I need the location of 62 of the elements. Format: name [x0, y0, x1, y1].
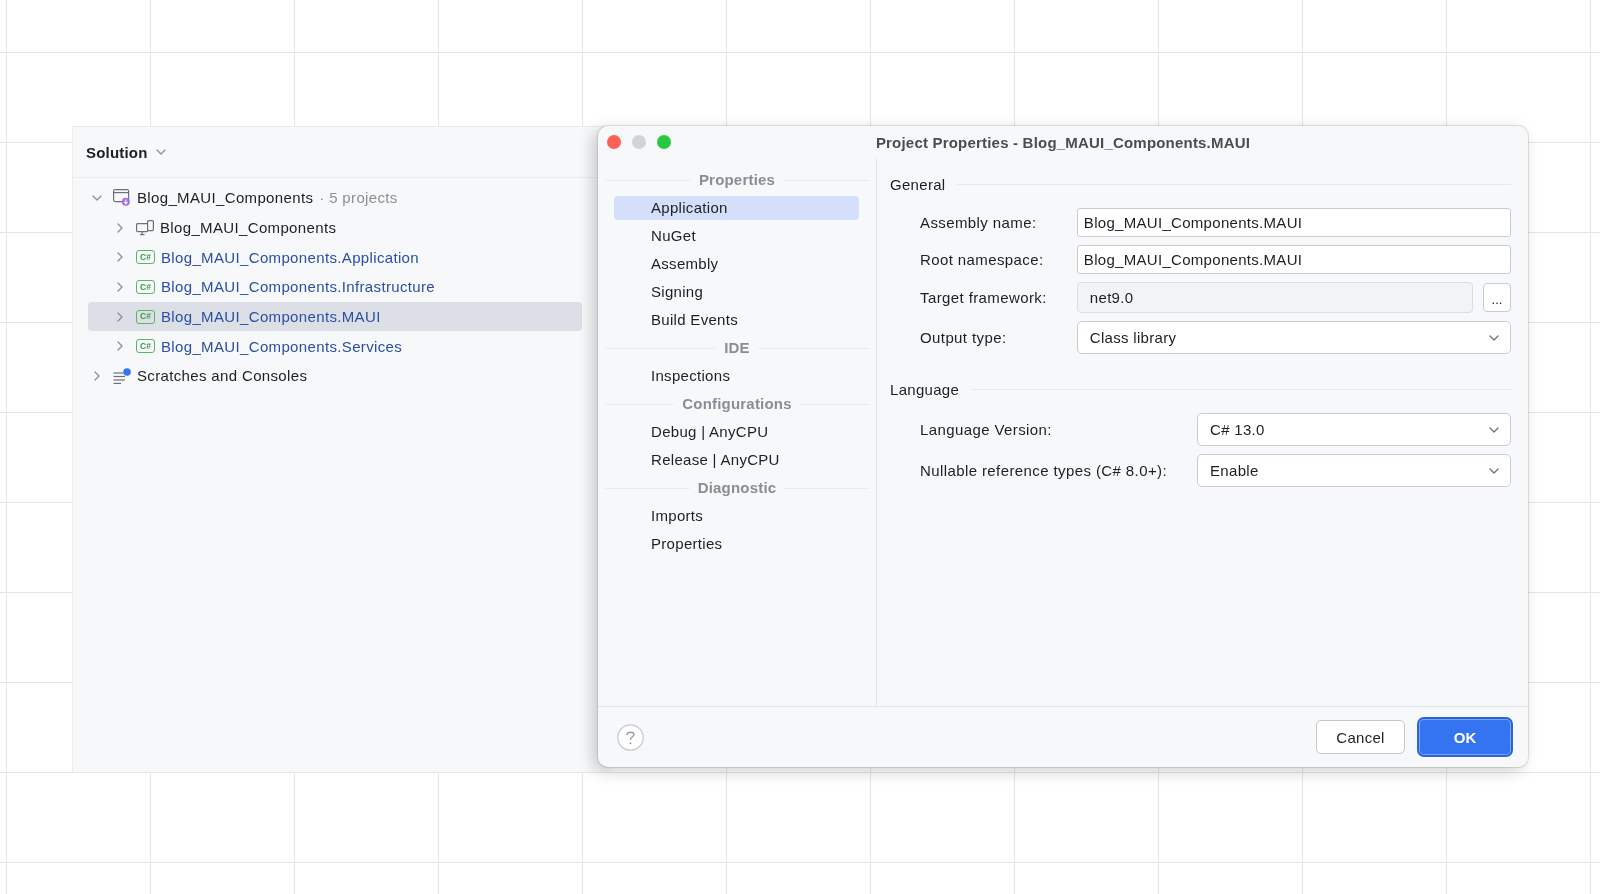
chevron-down-icon — [1489, 334, 1499, 341]
field-label: Nullable reference types (C# 8.0+): — [920, 462, 1168, 479]
section-title: Language — [890, 380, 960, 398]
language-badge: C# — [136, 309, 155, 324]
field-label: Target framework: — [920, 289, 1047, 306]
tree-item[interactable]: Scratches and Consoles — [88, 361, 582, 391]
tree-item[interactable]: C# Blog_MAUI_Components.MAUI — [88, 301, 582, 332]
chevron-right-icon[interactable] — [117, 311, 123, 322]
view-selector[interactable]: Solution — [86, 143, 166, 161]
nav-item[interactable]: Properties — [614, 532, 859, 556]
nav-item[interactable]: Application — [614, 196, 859, 220]
close-icon[interactable] — [607, 135, 621, 149]
text-field[interactable]: net9.0 — [1076, 282, 1473, 313]
chevron-down-icon — [1489, 467, 1499, 474]
chevron-down-icon — [155, 149, 166, 155]
nav-item[interactable]: Assembly — [614, 252, 859, 276]
language-badge: C# — [136, 250, 155, 265]
help-icon[interactable] — [617, 723, 644, 751]
language-badge: C# — [136, 339, 155, 354]
dropdown[interactable]: C# 13.0 — [1197, 413, 1511, 446]
chevron-down-icon[interactable] — [92, 194, 102, 201]
nav-item[interactable]: Signing — [614, 280, 859, 304]
nav-item[interactable]: Imports — [614, 504, 859, 528]
field-label: Language Version: — [920, 421, 1053, 438]
field-label: Output type: — [920, 329, 1008, 346]
nav-section-header: IDE — [724, 338, 750, 358]
tree-item[interactable]: C# Blog_MAUI_Components.Application — [88, 242, 582, 273]
nav-section-header: Diagnostic — [697, 478, 777, 498]
field-label: Assembly name: — [920, 214, 1038, 231]
zoom-icon[interactable] — [657, 135, 671, 149]
tree-item[interactable]: C# Blog_MAUI_Components.Infrastructure — [88, 272, 582, 302]
chevron-down-icon — [1489, 426, 1499, 433]
nav-item[interactable]: Debug | AnyCPU — [614, 420, 859, 444]
field-label: Root namespace: — [920, 251, 1045, 268]
nav-item[interactable]: Build Events — [614, 308, 859, 332]
chevron-right-icon[interactable] — [117, 341, 123, 352]
nav-item[interactable]: Release | AnyCPU — [614, 448, 859, 472]
tree-item[interactable]: Blog_MAUI_Components — [88, 212, 582, 243]
chevron-right-icon[interactable] — [117, 252, 123, 263]
text-field[interactable]: Blog_MAUI_Components.MAUI — [1076, 245, 1511, 274]
dialog-title: Project Properties - Blog_MAUI_Components.MAUI — [875, 133, 1251, 151]
browse-button[interactable]: ... — [1483, 283, 1511, 312]
ok-button[interactable]: OK — [1419, 719, 1511, 755]
chevron-right-icon[interactable] — [94, 370, 100, 381]
tree-item[interactable]: C# Blog_MAUI_Components.Services — [88, 331, 582, 362]
language-badge: C# — [136, 279, 155, 294]
nav-item[interactable]: Inspections — [614, 364, 859, 388]
nav-section-header: Configurations — [682, 394, 792, 414]
chevron-right-icon[interactable] — [117, 281, 123, 292]
project-count: · 5 projects — [319, 189, 398, 207]
tree-item[interactable]: Blog_MAUI_Components · 5 projects — [88, 183, 582, 213]
devices-icon — [136, 219, 154, 236]
section-title: General — [890, 175, 946, 193]
lines-icon — [113, 367, 131, 384]
dropdown[interactable]: Class library — [1076, 321, 1511, 354]
text-field[interactable]: Blog_MAUI_Components.MAUI — [1076, 208, 1511, 237]
chevron-right-icon[interactable] — [117, 222, 123, 233]
nav-item[interactable]: NuGet — [614, 224, 859, 248]
cancel-button[interactable]: Cancel — [1316, 720, 1405, 754]
nav-section-header: Properties — [698, 170, 776, 190]
window-icon — [113, 189, 131, 207]
dropdown[interactable]: Enable — [1197, 454, 1511, 487]
